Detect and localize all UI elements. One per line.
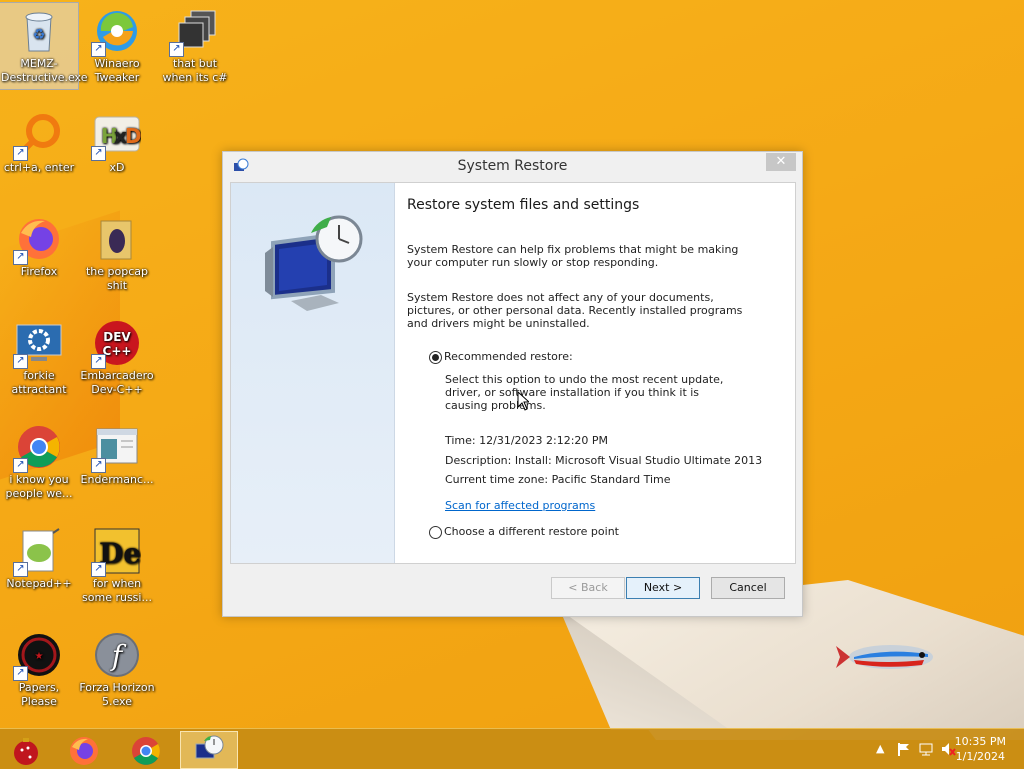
desktop-icon-firefox[interactable]: ↗ Firefox: [0, 211, 78, 279]
fish-image: [836, 645, 933, 669]
dialog-title: System Restore: [457, 158, 568, 174]
different-restore-point-label[interactable]: Choose a different restore point: [444, 525, 619, 538]
magnifier-ring-icon: ↗: [13, 111, 63, 161]
desktop-icon-stack[interactable]: ↗ that but when its c#: [156, 3, 234, 85]
info-text: System Restore does not affect any of yo…: [407, 291, 743, 330]
clock-time: 10:35 PM: [954, 735, 1006, 748]
firefox-icon: [70, 737, 98, 765]
system-restore-illustration-icon: [265, 215, 363, 311]
desktop-icon-papers-please[interactable]: ★ ↗ Papers, Please: [0, 627, 78, 709]
system-restore-icon: [195, 735, 224, 759]
taskbar: ▲ 10:35 PM 1/1/2024: [0, 728, 1024, 769]
desktop-icon-forza[interactable]: f Forza Horizon 5.exe: [78, 627, 156, 709]
back-button[interactable]: < Back: [551, 577, 625, 599]
dialog-side-panel: [231, 183, 395, 563]
chrome-icon: ↗: [13, 423, 63, 473]
scan-affected-programs-link[interactable]: Scan for affected programs: [445, 499, 595, 512]
notepadpp-icon: ↗: [13, 527, 63, 577]
show-hidden-icons-chevron-icon[interactable]: ▲: [876, 742, 884, 755]
shortcut-arrow-icon: ↗: [169, 42, 184, 57]
window-icon: ↗: [91, 423, 141, 473]
recommended-restore-label[interactable]: Recommended restore:: [444, 350, 573, 363]
shortcut-arrow-icon: ↗: [13, 458, 28, 473]
papers-please-icon: ★ ↗: [13, 631, 63, 681]
shortcut-arrow-icon: ↗: [13, 250, 28, 265]
dialog-client-area: Restore system files and settings System…: [230, 182, 796, 564]
cancel-button[interactable]: Cancel: [711, 577, 785, 599]
clock[interactable]: 10:35 PM 1/1/2024: [955, 734, 1006, 764]
taskbar-item-firefox[interactable]: [58, 731, 114, 767]
firefox-icon: ↗: [13, 215, 63, 265]
shortcut-arrow-icon: ↗: [13, 354, 28, 369]
chrome-icon: [132, 737, 160, 765]
dialog-titlebar[interactable]: System Restore ✕: [223, 152, 802, 182]
desktop-icon-endermanch[interactable]: ↗ Endermanc...: [78, 419, 156, 487]
close-button[interactable]: ✕: [766, 153, 796, 171]
different-restore-point-radio[interactable]: [429, 526, 442, 539]
recommended-restore-description: Select this option to undo the most rece…: [445, 373, 724, 412]
shortcut-arrow-icon: ↗: [13, 146, 28, 161]
network-icon[interactable]: [918, 741, 934, 757]
action-center-flag-icon[interactable]: [896, 741, 912, 757]
gear-monitor-icon: ↗: [13, 319, 63, 369]
desktop-icon-de[interactable]: De ↗ for when some russi...: [78, 523, 156, 605]
desktop-icon-chrome[interactable]: ↗ i know you people we...: [0, 419, 78, 501]
shortcut-arrow-icon: ↗: [13, 666, 28, 681]
winaero-icon: ↗: [91, 7, 141, 57]
recycle-bin-icon: ♻: [15, 7, 63, 55]
shortcut-arrow-icon: ↗: [91, 562, 106, 577]
recommended-restore-radio[interactable]: [429, 351, 442, 364]
desktop-icon-xd[interactable]: HxD ↗ xD: [78, 107, 156, 175]
mouse-cursor-icon: [517, 391, 529, 411]
restore-description: Description: Install: Microsoft Visual S…: [445, 454, 763, 467]
desktop-icon-forkie[interactable]: ↗ forkie attractant: [0, 315, 78, 397]
page-heading: Restore system files and settings: [407, 197, 640, 213]
folder-icon: [93, 215, 141, 263]
taskbar-item-chrome[interactable]: [120, 731, 176, 767]
taskbar-item-system-restore[interactable]: [180, 731, 238, 769]
svg-text:D: D: [125, 124, 141, 148]
shortcut-arrow-icon: ↗: [91, 354, 106, 369]
volume-muted-icon[interactable]: [940, 741, 956, 757]
hxd-icon: HxD ↗: [91, 111, 142, 161]
shortcut-arrow-icon: ↗: [13, 562, 28, 577]
shortcut-arrow-icon: ↗: [91, 146, 106, 161]
svg-text:C++: C++: [103, 344, 132, 358]
clock-date: 1/1/2024: [955, 750, 1006, 763]
svg-text:★: ★: [35, 651, 44, 662]
svg-text:DEV: DEV: [103, 330, 131, 344]
flash-icon: f: [93, 631, 141, 679]
desktop-icon-popcap[interactable]: the popcap shit: [78, 211, 156, 293]
next-button[interactable]: Next >: [626, 577, 700, 599]
desktop-icon-memz[interactable]: ♻ MEMZ-Destructive.exe: [0, 2, 87, 90]
svg-text:♻: ♻: [33, 27, 46, 43]
desktop-icon-ctrl-a[interactable]: ↗ ctrl+a, enter: [0, 107, 78, 175]
de-icon: De ↗: [91, 527, 141, 577]
restore-timezone: Current time zone: Pacific Standard Time: [445, 473, 671, 486]
taskbar-item-memz[interactable]: [0, 731, 56, 767]
system-restore-dialog: System Restore ✕ Restore system files an…: [222, 151, 803, 617]
desktop-icon-winaero[interactable]: ↗ Winaero Tweaker: [78, 3, 156, 85]
desktop-icon-devcpp[interactable]: DEV C++ ↗ Embarcadero Dev-C++: [78, 315, 156, 397]
system-tray: ▲ 10:35 PM 1/1/2024: [844, 729, 1024, 769]
intro-text: System Restore can help fix problems tha…: [407, 243, 739, 269]
shortcut-arrow-icon: ↗: [91, 458, 106, 473]
restore-time: Time: 12/31/2023 2:12:20 PM: [445, 434, 609, 447]
stack-icon: ↗: [169, 7, 219, 57]
shortcut-arrow-icon: ↗: [91, 42, 106, 57]
desktop-icon-notepadpp[interactable]: ↗ Notepad++: [0, 523, 78, 591]
ornament-icon: [14, 738, 38, 765]
devcpp-icon: DEV C++ ↗: [91, 319, 141, 369]
dialog-footer: < Back Next > Cancel: [230, 563, 794, 609]
